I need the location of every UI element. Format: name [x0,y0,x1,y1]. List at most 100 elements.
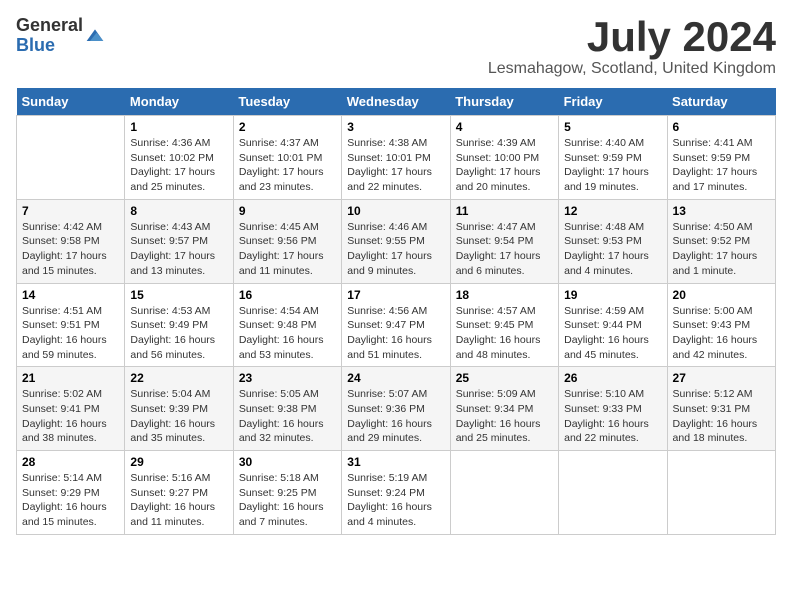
day-info: Sunrise: 5:16 AMSunset: 9:27 PMDaylight:… [130,471,227,530]
day-info: Sunrise: 5:09 AMSunset: 9:34 PMDaylight:… [456,387,553,446]
day-number: 23 [239,371,336,385]
day-info: Sunrise: 4:43 AMSunset: 9:57 PMDaylight:… [130,220,227,279]
day-number: 2 [239,120,336,134]
day-info: Sunrise: 5:05 AMSunset: 9:38 PMDaylight:… [239,387,336,446]
day-info: Sunrise: 4:37 AMSunset: 10:01 PMDaylight… [239,136,336,195]
logo-general: General [16,16,83,36]
calendar-cell: 4 Sunrise: 4:39 AMSunset: 10:00 PMDayligh… [450,116,558,200]
page-header: General Blue July 2024 Lesmahagow, Scotl… [16,16,776,78]
calendar-cell [450,451,558,535]
calendar-cell: 6 Sunrise: 4:41 AMSunset: 9:59 PMDaylight… [667,116,775,200]
header-monday: Monday [125,88,233,116]
day-info: Sunrise: 4:54 AMSunset: 9:48 PMDaylight:… [239,304,336,363]
logo-icon [85,26,105,46]
calendar-cell: 31 Sunrise: 5:19 AMSunset: 9:24 PMDayligh… [342,451,450,535]
location: Lesmahagow, Scotland, United Kingdom [488,60,776,78]
calendar-cell: 22 Sunrise: 5:04 AMSunset: 9:39 PMDayligh… [125,367,233,451]
day-number: 13 [673,204,770,218]
calendar-cell [17,116,125,200]
day-info: Sunrise: 4:50 AMSunset: 9:52 PMDaylight:… [673,220,770,279]
day-number: 14 [22,288,119,302]
calendar-cell: 29 Sunrise: 5:16 AMSunset: 9:27 PMDayligh… [125,451,233,535]
calendar-cell: 2 Sunrise: 4:37 AMSunset: 10:01 PMDayligh… [233,116,341,200]
calendar-cell: 17 Sunrise: 4:56 AMSunset: 9:47 PMDayligh… [342,283,450,367]
calendar-cell: 25 Sunrise: 5:09 AMSunset: 9:34 PMDayligh… [450,367,558,451]
calendar-cell: 28Sunrise: 5:14 AMSunset: 9:29 PMDayligh… [17,451,125,535]
day-info: Sunrise: 5:00 AMSunset: 9:43 PMDaylight:… [673,304,770,363]
day-number: 18 [456,288,553,302]
day-info: Sunrise: 5:12 AMSunset: 9:31 PMDaylight:… [673,387,770,446]
day-info: Sunrise: 4:39 AMSunset: 10:00 PMDaylight… [456,136,553,195]
day-info: Sunrise: 4:36 AMSunset: 10:02 PMDaylight… [130,136,227,195]
day-info: Sunrise: 5:18 AMSunset: 9:25 PMDaylight:… [239,471,336,530]
calendar-cell: 9Sunrise: 4:45 AMSunset: 9:56 PMDaylight… [233,199,341,283]
day-info: Sunrise: 5:19 AMSunset: 9:24 PMDaylight:… [347,471,444,530]
day-info: Sunrise: 4:56 AMSunset: 9:47 PMDaylight:… [347,304,444,363]
day-info: Sunrise: 4:59 AMSunset: 9:44 PMDaylight:… [564,304,661,363]
calendar-cell [559,451,667,535]
day-number: 21 [22,371,119,385]
day-number: 29 [130,455,227,469]
day-info: Sunrise: 4:38 AMSunset: 10:01 PMDaylight… [347,136,444,195]
calendar-cell: 14Sunrise: 4:51 AMSunset: 9:51 PMDayligh… [17,283,125,367]
day-number: 16 [239,288,336,302]
day-info: Sunrise: 4:48 AMSunset: 9:53 PMDaylight:… [564,220,661,279]
day-number: 22 [130,371,227,385]
calendar-cell: 20Sunrise: 5:00 AMSunset: 9:43 PMDayligh… [667,283,775,367]
calendar-cell [667,451,775,535]
day-info: Sunrise: 4:42 AMSunset: 9:58 PMDaylight:… [22,220,119,279]
day-number: 11 [456,204,553,218]
day-number: 25 [456,371,553,385]
calendar-cell: 26 Sunrise: 5:10 AMSunset: 9:33 PMDayligh… [559,367,667,451]
header-thursday: Thursday [450,88,558,116]
day-info: Sunrise: 4:57 AMSunset: 9:45 PMDaylight:… [456,304,553,363]
day-number: 31 [347,455,444,469]
header-wednesday: Wednesday [342,88,450,116]
calendar-week-1: 7Sunrise: 4:42 AMSunset: 9:58 PMDaylight… [17,199,776,283]
day-info: Sunrise: 5:02 AMSunset: 9:41 PMDaylight:… [22,387,119,446]
day-info: Sunrise: 4:41 AMSunset: 9:59 PMDaylight:… [673,136,770,195]
day-info: Sunrise: 4:45 AMSunset: 9:56 PMDaylight:… [239,220,336,279]
logo-blue: Blue [16,36,83,56]
day-number: 30 [239,455,336,469]
calendar-week-3: 21 Sunrise: 5:02 AMSunset: 9:41 PMDayligh… [17,367,776,451]
day-number: 15 [130,288,227,302]
calendar-week-0: 1Sunrise: 4:36 AMSunset: 10:02 PMDayligh… [17,116,776,200]
day-info: Sunrise: 4:47 AMSunset: 9:54 PMDaylight:… [456,220,553,279]
calendar-cell: 8Sunrise: 4:43 AMSunset: 9:57 PMDaylight… [125,199,233,283]
calendar-cell: 13 Sunrise: 4:50 AMSunset: 9:52 PMDayligh… [667,199,775,283]
day-number: 28 [22,455,119,469]
calendar-cell: 23 Sunrise: 5:05 AMSunset: 9:38 PMDayligh… [233,367,341,451]
day-number: 6 [673,120,770,134]
header-tuesday: Tuesday [233,88,341,116]
calendar-week-2: 14Sunrise: 4:51 AMSunset: 9:51 PMDayligh… [17,283,776,367]
day-number: 4 [456,120,553,134]
logo: General Blue [16,16,105,56]
day-info: Sunrise: 4:40 AMSunset: 9:59 PMDaylight:… [564,136,661,195]
calendar-cell: 7Sunrise: 4:42 AMSunset: 9:58 PMDaylight… [17,199,125,283]
day-number: 10 [347,204,444,218]
day-info: Sunrise: 4:53 AMSunset: 9:49 PMDaylight:… [130,304,227,363]
day-info: Sunrise: 5:07 AMSunset: 9:36 PMDaylight:… [347,387,444,446]
month-title: July 2024 [488,16,776,58]
day-number: 19 [564,288,661,302]
day-number: 24 [347,371,444,385]
calendar-cell: 10Sunrise: 4:46 AMSunset: 9:55 PMDayligh… [342,199,450,283]
day-number: 17 [347,288,444,302]
calendar-cell: 15 Sunrise: 4:53 AMSunset: 9:49 PMDayligh… [125,283,233,367]
day-info: Sunrise: 5:04 AMSunset: 9:39 PMDaylight:… [130,387,227,446]
day-number: 27 [673,371,770,385]
calendar-cell: 1Sunrise: 4:36 AMSunset: 10:02 PMDayligh… [125,116,233,200]
header-sunday: Sunday [17,88,125,116]
calendar-cell: 27 Sunrise: 5:12 AMSunset: 9:31 PMDayligh… [667,367,775,451]
calendar-cell: 5 Sunrise: 4:40 AMSunset: 9:59 PMDaylight… [559,116,667,200]
day-number: 5 [564,120,661,134]
header-row: Sunday Monday Tuesday Wednesday Thursday… [17,88,776,116]
calendar-cell: 19 Sunrise: 4:59 AMSunset: 9:44 PMDayligh… [559,283,667,367]
header-saturday: Saturday [667,88,775,116]
calendar-cell: 24 Sunrise: 5:07 AMSunset: 9:36 PMDayligh… [342,367,450,451]
calendar-cell: 12Sunrise: 4:48 AMSunset: 9:53 PMDayligh… [559,199,667,283]
day-number: 26 [564,371,661,385]
day-info: Sunrise: 5:10 AMSunset: 9:33 PMDaylight:… [564,387,661,446]
calendar-cell: 30 Sunrise: 5:18 AMSunset: 9:25 PMDayligh… [233,451,341,535]
